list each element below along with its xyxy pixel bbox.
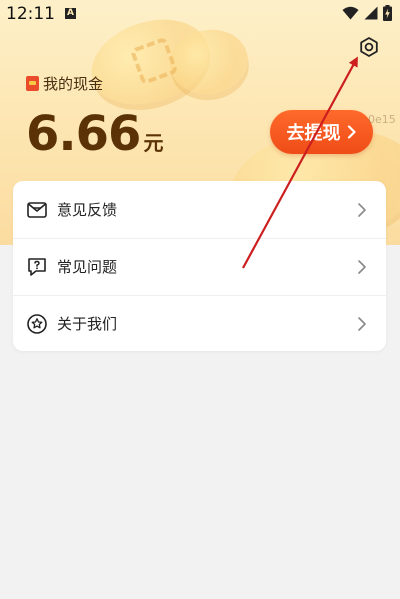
cash-label-row: 我的现金 bbox=[26, 73, 103, 94]
notification-app-icon: A bbox=[65, 8, 76, 19]
menu-item-faq[interactable]: 常见问题 bbox=[13, 238, 386, 295]
menu-card: 意见反馈 常见问题 关于我们 bbox=[13, 181, 386, 351]
status-time: 12:11 bbox=[6, 4, 55, 24]
menu-item-label: 常见问题 bbox=[57, 258, 118, 276]
about-star-icon bbox=[26, 313, 48, 335]
chevron-right-icon bbox=[358, 202, 366, 217]
cash-amount: 6.66 bbox=[26, 106, 141, 162]
cash-amount-row: 6.66 元 bbox=[26, 106, 163, 162]
side-id-text: 0e15 bbox=[368, 113, 396, 126]
cash-unit: 元 bbox=[143, 131, 164, 155]
wifi-icon bbox=[342, 6, 359, 20]
withdraw-button-label: 去提现 bbox=[286, 123, 341, 144]
chevron-right-icon bbox=[358, 259, 366, 274]
battery-charging-icon bbox=[383, 5, 392, 21]
chevron-right-icon bbox=[347, 125, 356, 139]
menu-item-label: 关于我们 bbox=[57, 315, 118, 333]
status-indicators bbox=[342, 5, 392, 21]
feedback-mail-icon bbox=[26, 199, 48, 221]
faq-chat-icon bbox=[26, 256, 48, 278]
menu-item-feedback[interactable]: 意见反馈 bbox=[13, 181, 386, 238]
settings-button[interactable] bbox=[354, 32, 384, 62]
status-bar: 12:11 A bbox=[0, 0, 400, 28]
red-packet-icon bbox=[26, 76, 39, 91]
gear-icon bbox=[360, 37, 378, 57]
menu-item-label: 意见反馈 bbox=[57, 201, 118, 219]
menu-item-about[interactable]: 关于我们 bbox=[13, 295, 386, 351]
cell-signal-icon bbox=[364, 6, 378, 20]
withdraw-button[interactable]: 去提现 bbox=[270, 110, 373, 154]
cash-label: 我的现金 bbox=[43, 75, 104, 93]
chevron-right-icon bbox=[358, 316, 366, 331]
